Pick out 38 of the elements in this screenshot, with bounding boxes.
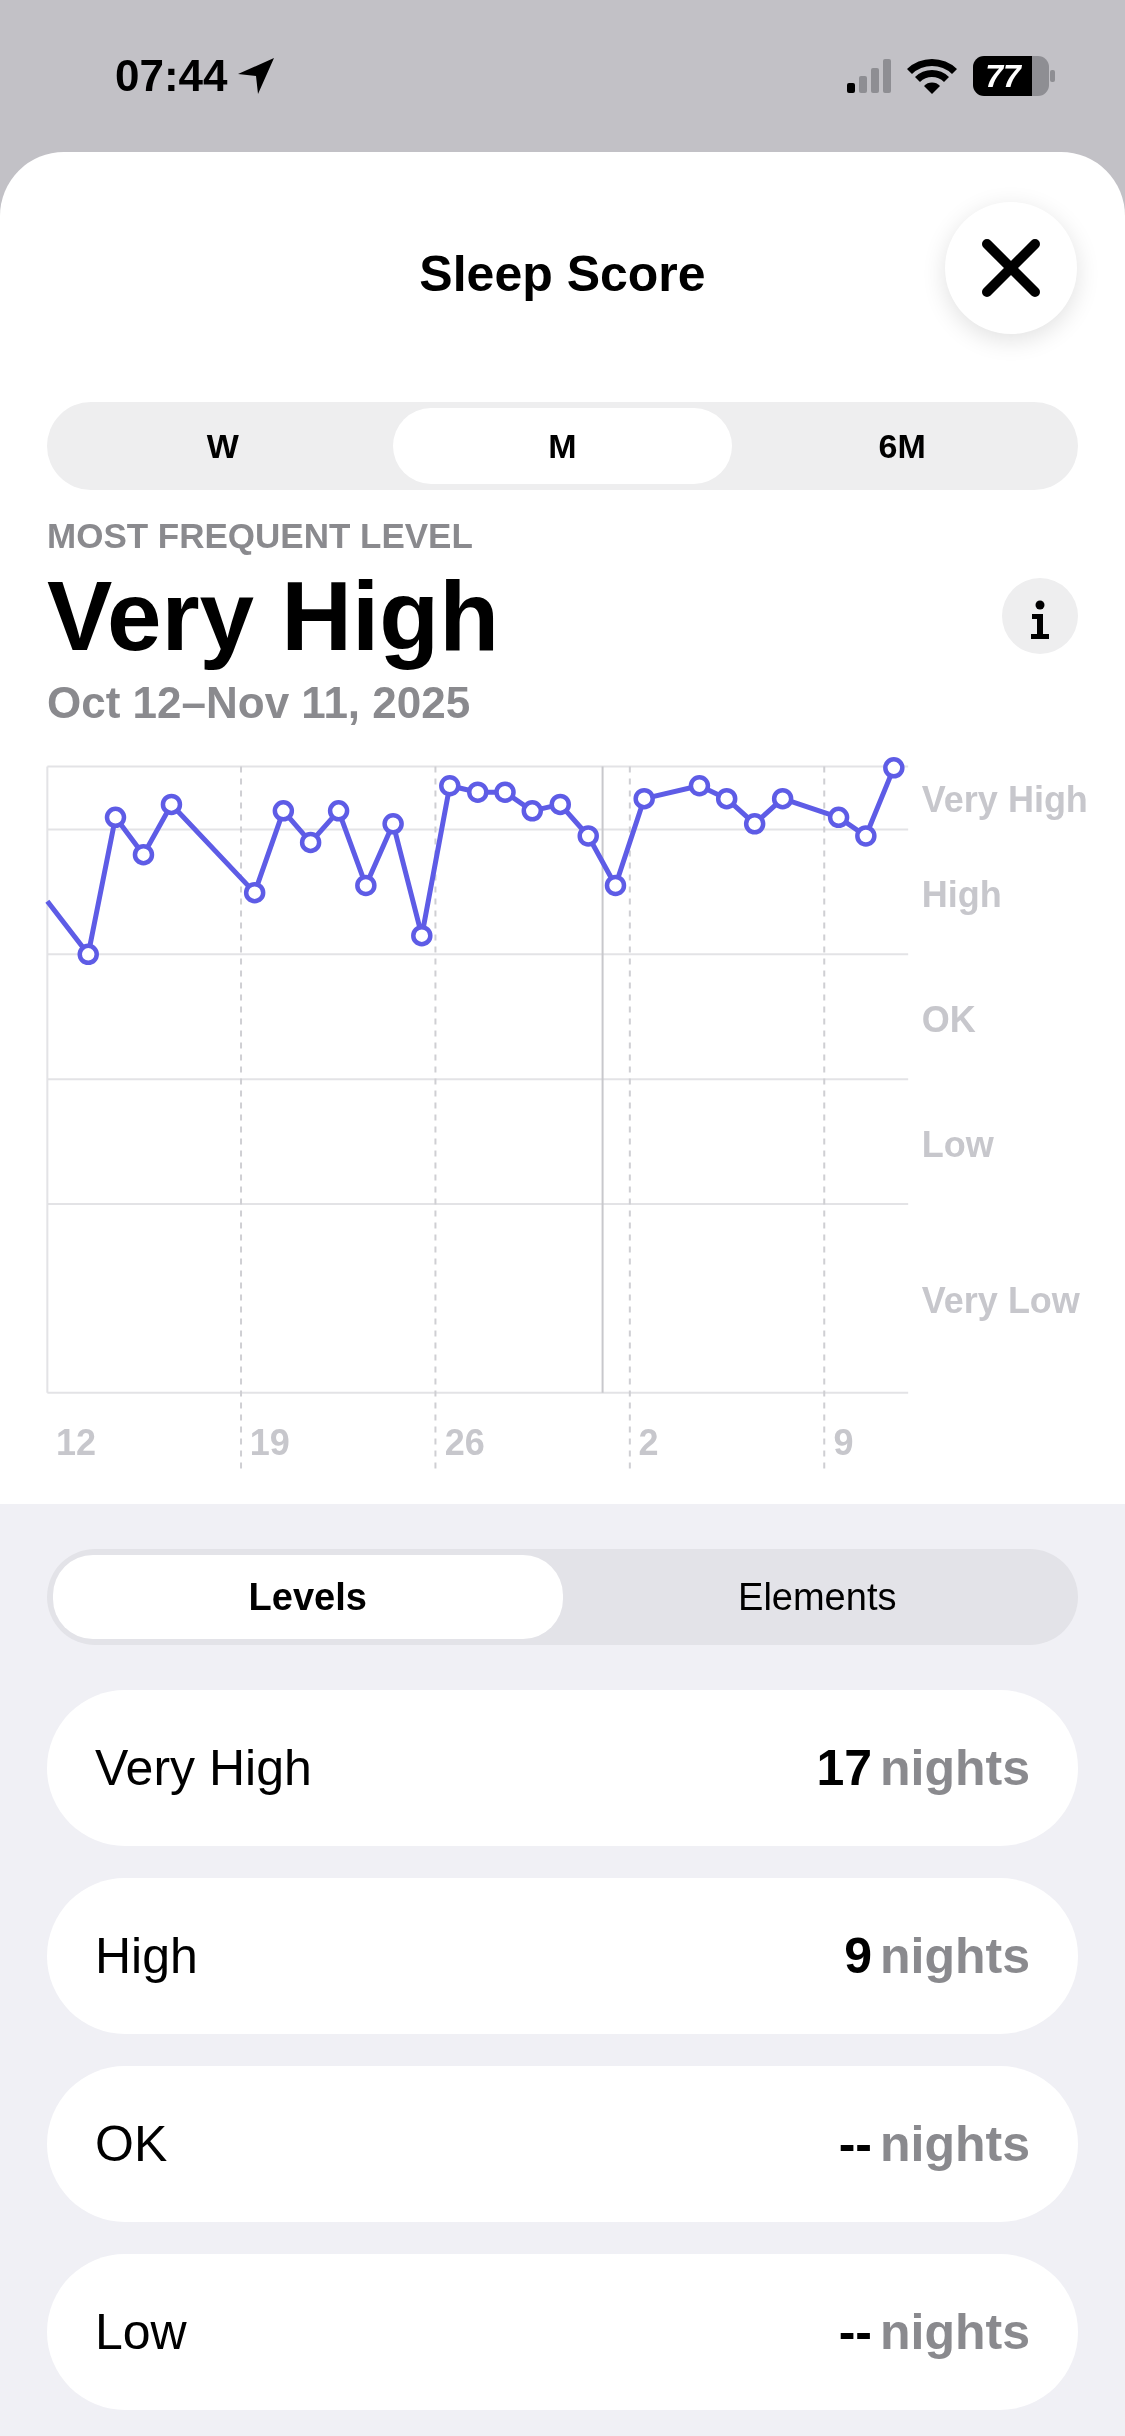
y-axis-label: Very High	[921, 779, 1088, 821]
level-name: High	[95, 1926, 198, 1986]
x-axis-label: 26	[444, 1422, 485, 1464]
segment-tab[interactable]: W	[53, 408, 393, 484]
y-axis-label: OK	[921, 999, 976, 1041]
battery-percentage: 77	[973, 56, 1049, 96]
segment-tab[interactable]: Levels	[53, 1555, 563, 1640]
y-axis-label: High	[921, 874, 1002, 916]
segment-tab[interactable]: 6M	[732, 408, 1072, 484]
y-axis-label: Very Low	[921, 1280, 1080, 1322]
segment-tab[interactable]: Elements	[562, 1555, 1072, 1640]
count-unit: nights	[880, 2302, 1030, 2362]
count-unit: nights	[880, 1738, 1030, 1798]
x-axis-label: 12	[55, 1422, 96, 1464]
wifi-icon	[907, 58, 957, 94]
summary-value: Very High	[47, 562, 500, 671]
close-icon	[981, 238, 1041, 298]
level-name: Very High	[95, 1738, 312, 1798]
count-unit: nights	[880, 2114, 1030, 2174]
battery-tip-icon	[1050, 70, 1055, 82]
x-axis-label: 9	[833, 1422, 854, 1464]
night-count: --	[838, 2114, 872, 2174]
x-axis-label: 2	[638, 1422, 659, 1464]
signal-icon	[847, 59, 891, 93]
level-name: OK	[95, 2114, 168, 2174]
clock-time: 07:44	[115, 50, 228, 102]
segment-tab[interactable]: M	[392, 408, 733, 484]
summary-caption: MOST FREQUENT LEVEL	[47, 515, 474, 557]
sheet-title: Sleep Score	[419, 245, 706, 304]
night-count: 17	[816, 1738, 872, 1798]
count-unit: nights	[880, 1926, 1030, 1986]
level-name: Low	[95, 2302, 187, 2362]
y-axis-label: Low	[921, 1124, 994, 1165]
info-icon	[1028, 600, 1052, 641]
date-range: Oct 12–Nov 11, 2025	[47, 677, 472, 730]
x-axis-label: 19	[249, 1422, 290, 1464]
night-count: --	[838, 2302, 872, 2362]
night-count: 9	[844, 1926, 872, 1986]
